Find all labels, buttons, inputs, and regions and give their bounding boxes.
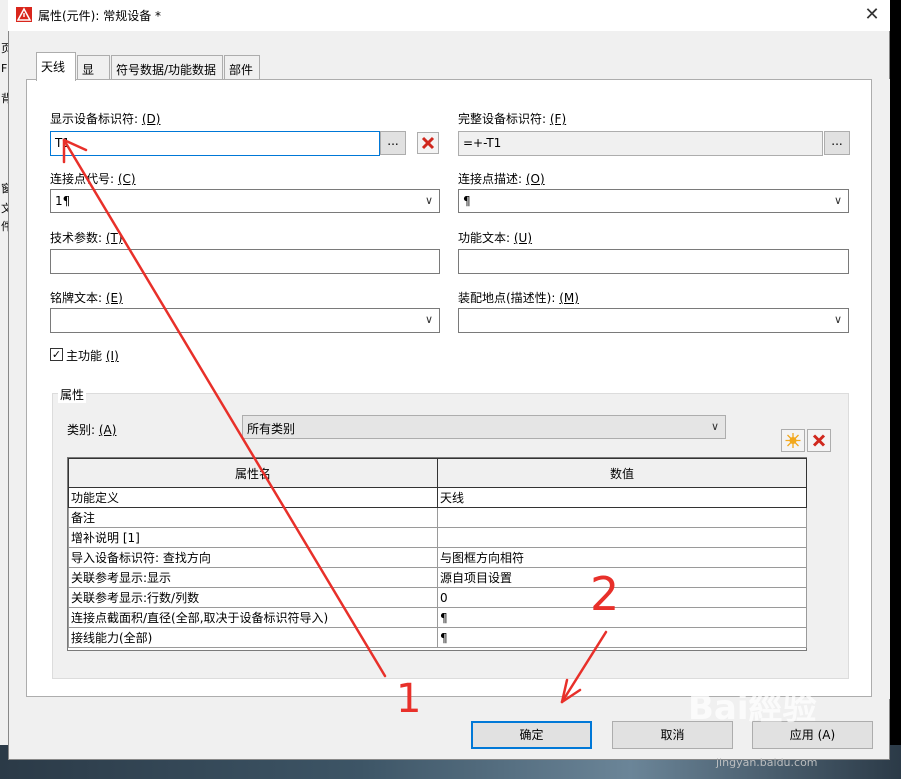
annotation-mark-2: 2 xyxy=(590,567,619,621)
tab-antenna[interactable]: 天线 xyxy=(36,52,76,81)
annotation-mark-1: 1 xyxy=(396,676,421,722)
annotation-arrow-2 xyxy=(560,630,608,704)
annotation-arrow-1 xyxy=(62,138,387,678)
annotation-overlay: 1 2 xyxy=(62,138,619,722)
